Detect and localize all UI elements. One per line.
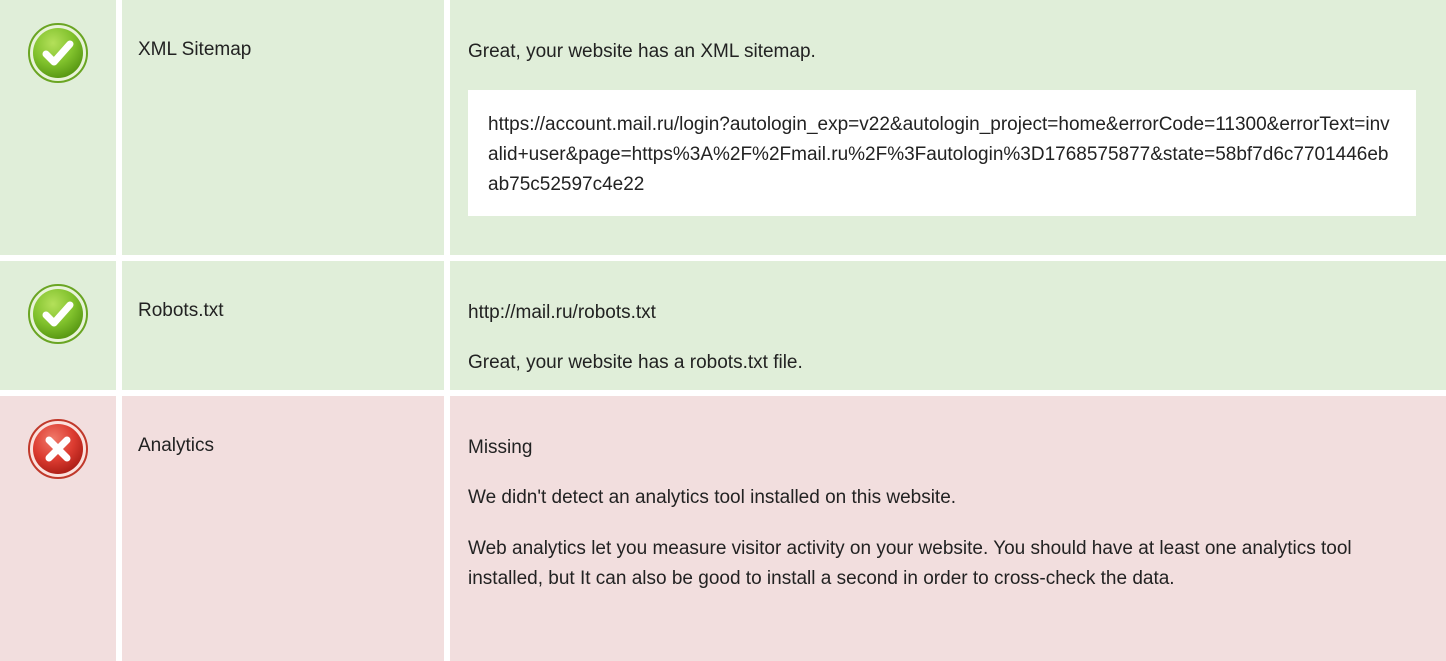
report-row-robots-txt: Robots.txt http://mail.ru/robots.txt Gre… <box>0 261 1446 390</box>
report-row-xml-sitemap: XML Sitemap Great, your website has an X… <box>0 0 1446 255</box>
result-message: Great, your website has a robots.txt fil… <box>468 352 803 373</box>
check-name: Analytics <box>138 435 215 456</box>
check-detail-cell: Great, your website has an XML sitemap. … <box>450 0 1446 255</box>
check-circle-icon <box>27 22 89 84</box>
check-detail-cell: Missing We didn't detect an analytics to… <box>450 396 1446 661</box>
status-cell <box>0 0 116 255</box>
sitemap-url-box: https://account.mail.ru/login?autologin_… <box>468 90 1416 216</box>
check-circle-icon <box>27 283 89 345</box>
check-name: XML Sitemap <box>138 39 252 60</box>
status-text: Missing <box>468 437 533 458</box>
check-name-cell: XML Sitemap <box>122 0 444 255</box>
robots-url: http://mail.ru/robots.txt <box>468 302 656 323</box>
status-cell <box>0 396 116 661</box>
status-cell <box>0 261 116 390</box>
check-name-cell: Robots.txt <box>122 261 444 390</box>
cross-circle-icon <box>27 418 89 480</box>
sitemap-url: https://account.mail.ru/login?autologin_… <box>488 114 1390 195</box>
check-name: Robots.txt <box>138 300 224 321</box>
check-name-cell: Analytics <box>122 396 444 661</box>
seo-report-table: XML Sitemap Great, your website has an X… <box>0 0 1446 661</box>
result-message: We didn't detect an analytics tool insta… <box>468 487 957 508</box>
report-row-analytics: Analytics Missing We didn't detect an an… <box>0 396 1446 661</box>
result-message: Great, your website has an XML sitemap. <box>468 41 816 62</box>
advice-text: Web analytics let you measure visitor ac… <box>468 538 1352 589</box>
check-detail-cell: http://mail.ru/robots.txt Great, your we… <box>450 261 1446 390</box>
